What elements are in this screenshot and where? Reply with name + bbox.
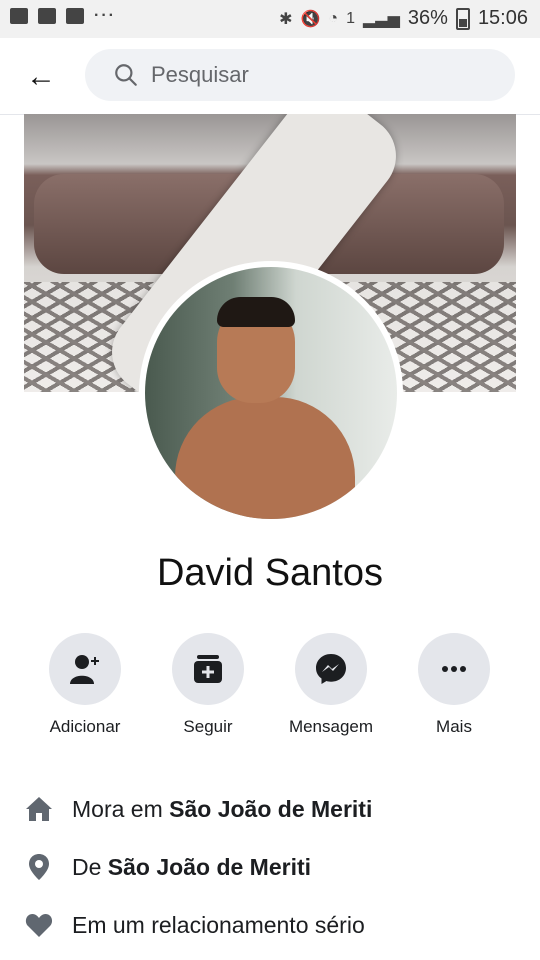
info-from[interactable]: De São João de Meriti (24, 838, 524, 896)
profile-name: David Santos (156, 552, 383, 594)
message-button[interactable]: Mensagem (266, 633, 396, 737)
more-notifications-icon: ··· (94, 7, 116, 24)
follow-label: Seguir (183, 717, 233, 736)
clock: 15:06 (477, 7, 528, 29)
info-lives-in[interactable]: Mora em São João de Meriti (24, 780, 524, 838)
status-bar: ··· ✱ 🔇 ◔ 1 ▂▃▅ 36% 15:06 (0, 0, 540, 38)
search-bar[interactable] (85, 49, 515, 101)
lives-in-prefix: Mora em (72, 795, 170, 822)
search-input[interactable] (149, 61, 473, 89)
signal-icon: ▂▃▅ (362, 10, 400, 28)
more-button[interactable]: Mais (389, 633, 519, 737)
info-relationship[interactable]: Em um relacionamento sério (24, 896, 524, 954)
heart-icon (25, 914, 53, 937)
wifi-icon: ◔ (328, 9, 339, 27)
back-arrow-icon[interactable]: ← (26, 62, 56, 92)
voicemail-notification-icon (66, 8, 84, 24)
location-pin-icon (29, 854, 49, 880)
home-icon (26, 797, 52, 821)
bluetooth-icon: ✱ (279, 10, 293, 28)
follow-icon (194, 655, 222, 683)
search-icon (115, 64, 137, 86)
lives-in-place[interactable]: São João de Meriti (169, 796, 372, 822)
more-label: Mais (436, 717, 472, 736)
message-notification-icon (38, 8, 56, 24)
battery-icon (455, 7, 470, 30)
sim-indicator: 1 (346, 9, 355, 27)
follow-button[interactable]: Seguir (143, 633, 273, 737)
gallery-notification-icon (10, 8, 28, 24)
top-header: ← (0, 38, 540, 115)
message-label: Mensagem (288, 717, 374, 736)
from-place[interactable]: São João de Meriti (108, 854, 311, 880)
profile-picture[interactable] (139, 261, 403, 525)
messenger-icon (316, 654, 346, 684)
from-prefix: De (72, 853, 108, 880)
add-friend-button[interactable]: Adicionar (20, 633, 150, 737)
more-icon (442, 666, 466, 672)
battery-percent: 36% (407, 7, 448, 29)
add-friend-label: Adicionar (49, 717, 121, 736)
profile-info-list: Mora em São João de Meriti De São João d… (24, 780, 524, 954)
relationship-text: Em um relacionamento sério (72, 911, 365, 938)
add-friend-icon (70, 655, 99, 684)
mute-icon: 🔇 (300, 10, 321, 28)
